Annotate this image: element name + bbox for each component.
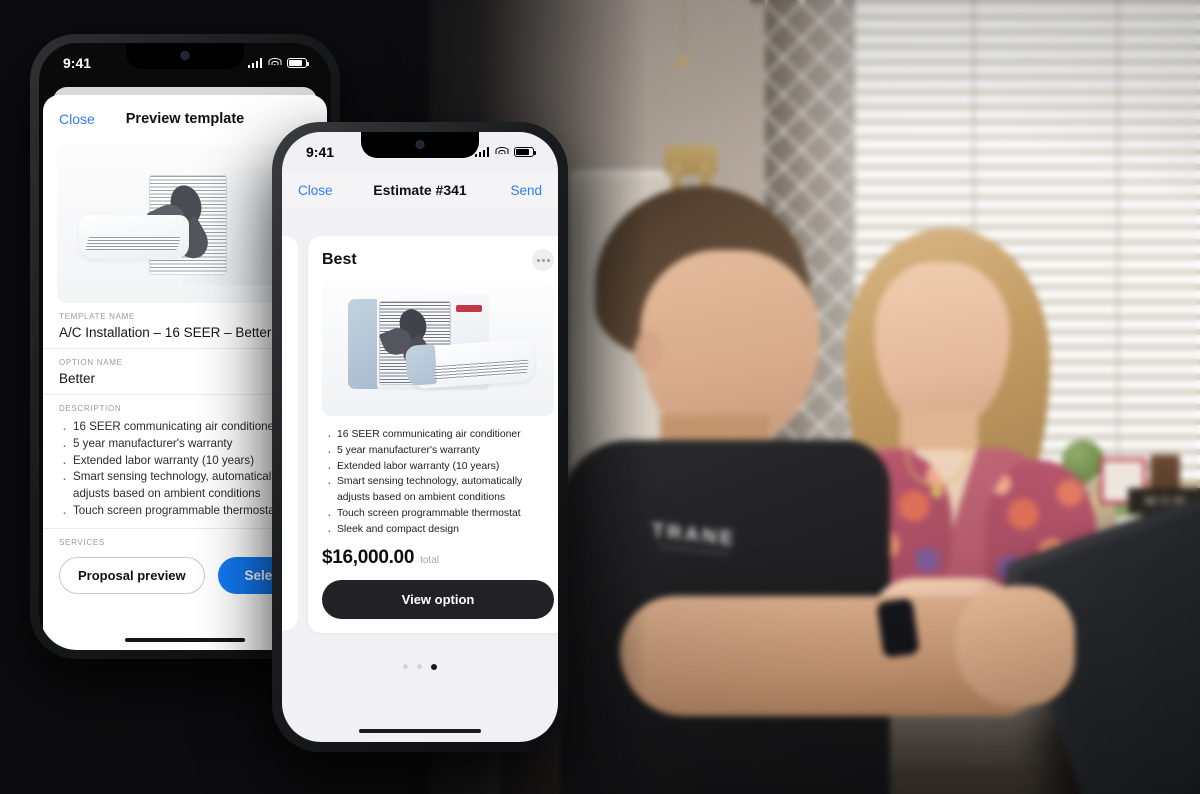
front-phone-device: 9:41 Close Estimate #341 Send Best · 16 … <box>272 122 568 752</box>
previous-option-card-peek[interactable] <box>282 236 298 630</box>
status-bar-time: 9:41 <box>306 144 335 160</box>
send-button[interactable]: Send <box>510 183 542 198</box>
front-phone-nav-bar: Close Estimate #341 Send <box>282 172 558 208</box>
brand-badge <box>456 305 482 312</box>
carousel-pager[interactable] <box>282 664 558 670</box>
list-item: Smart sensing technology, automatically … <box>327 472 554 506</box>
home-indicator <box>359 729 481 733</box>
page-title: Preview template <box>125 111 245 127</box>
status-bar-icons <box>247 58 309 68</box>
signal-icon <box>247 58 262 68</box>
option-title: Best <box>322 251 357 268</box>
pager-dot[interactable] <box>417 664 422 669</box>
condenser-side-panel <box>348 299 380 389</box>
list-item: Sleek and compact design <box>327 520 554 541</box>
view-option-button[interactable]: View option <box>322 579 554 619</box>
option-card-header: Best <box>322 249 554 271</box>
status-bar-time: 9:41 <box>63 55 92 71</box>
pager-dot[interactable] <box>403 664 408 669</box>
option-hero-image <box>322 281 554 416</box>
ellipsis-icon[interactable] <box>532 249 554 271</box>
list-item: Touch screen programmable thermostat <box>327 504 554 525</box>
wifi-icon <box>268 58 281 68</box>
list-item: 16 SEER communicating air conditioner <box>327 425 554 446</box>
front-camera-icon <box>180 51 190 60</box>
mini-split-vent <box>85 237 181 250</box>
pager-dot-active[interactable] <box>431 664 437 670</box>
status-bar-icons <box>474 147 536 157</box>
price-suffix: total <box>420 554 439 566</box>
price-row: $16,000.00 total <box>322 547 554 569</box>
front-phone-screen: 9:41 Close Estimate #341 Send Best · 16 … <box>282 132 558 742</box>
home-indicator <box>125 638 245 642</box>
wifi-icon <box>495 147 508 157</box>
proposal-preview-button[interactable]: Proposal preview <box>59 556 205 594</box>
options-carousel[interactable]: Best · 16 SEER communicating air conditi… <box>282 216 558 742</box>
close-button[interactable]: Close <box>298 183 333 198</box>
battery-icon <box>287 58 309 68</box>
option-price: $16,000.00 <box>322 546 415 568</box>
front-camera-icon <box>415 140 425 149</box>
option-card-best: Best · 16 SEER communicating air conditi… <box>308 236 558 633</box>
list-item: 5 year manufacturer's warranty <box>327 441 554 462</box>
hvac-illustration <box>322 281 554 416</box>
option-bullet-list: 16 SEER communicating air conditioner 5 … <box>322 425 554 541</box>
list-item: Extended labor warranty (10 years) <box>327 457 554 478</box>
battery-icon <box>514 147 536 157</box>
